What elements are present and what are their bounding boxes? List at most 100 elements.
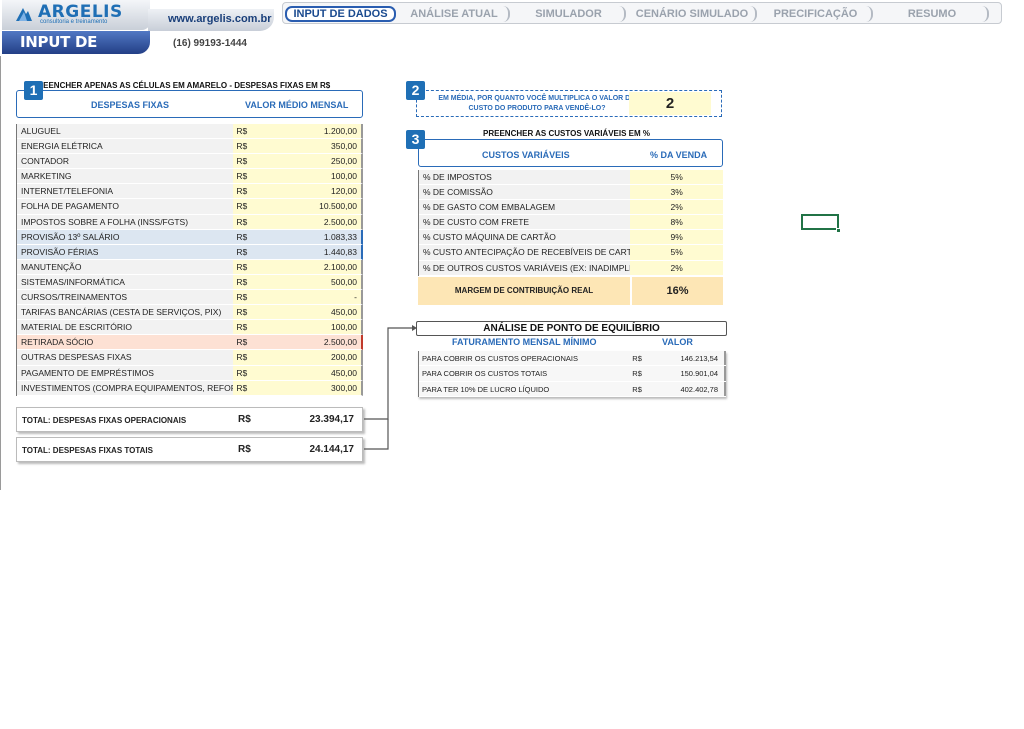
expense-currency: R$ [233, 244, 282, 260]
expense-value-input[interactable]: 2.100,00 [281, 259, 363, 275]
expense-value-input[interactable]: 10.500,00 [281, 199, 363, 215]
tab-precificacao[interactable]: PRECIFICAÇÃO [760, 6, 873, 22]
breakeven-value[interactable]: 402.402,78 [662, 381, 727, 396]
expense-name: MANUTENÇÃO [17, 259, 234, 275]
expense-value-input[interactable]: 1.200,00 [281, 124, 363, 140]
expense-name: FOLHA DE PAGAMENTO [17, 199, 234, 215]
expense-name: TARIFAS BANCÁRIAS (CESTA DE SERVIÇOS, PI… [17, 305, 234, 321]
table-row: % DE COMISSÃO 3% [419, 185, 723, 201]
table-row: IMPOSTOS SOBRE A FOLHA (INSS/FGTS) R$ 2.50… [17, 214, 363, 230]
expense-name: ENERGIA ELÉTRICA [17, 139, 234, 155]
total-value[interactable]: 24.144,17 [310, 444, 355, 455]
expense-value-input[interactable]: 200,00 [281, 350, 363, 366]
tab-input-de-dados[interactable]: INPUT DE DADOS [285, 6, 396, 22]
section2-badge: 2 [406, 81, 425, 100]
variable-cost-input[interactable]: 2% [630, 260, 723, 276]
total-operational-row: TOTAL: DESPESAS FIXAS OPERACIONAIS R$ 23… [16, 407, 363, 432]
table-row: MATERIAL DE ESCRITÓRIO R$ 100,00 [17, 320, 363, 336]
expense-value-input[interactable]: - [281, 290, 363, 306]
selected-cell[interactable] [801, 214, 839, 230]
fill-handle[interactable] [836, 228, 841, 233]
expense-value-input[interactable]: 1.440,83 [281, 244, 363, 260]
breakeven-title: ANÁLISE DE PONTO DE EQUILÍBRIO [483, 323, 660, 334]
expense-value-input[interactable]: 1.083,33 [281, 229, 363, 245]
table-row: MARKETING R$ 100,00 [17, 169, 363, 185]
contribution-margin-value[interactable]: 16% [630, 277, 723, 305]
col-despesas-fixas: DESPESAS FIXAS [91, 100, 170, 110]
variable-cost-name: % DE OUTROS CUSTOS VARIÁVEIS (EX: INADIM… [419, 260, 631, 276]
expense-currency: R$ [233, 305, 282, 321]
table-row: OUTRAS DESPESAS FIXAS R$ 200,00 [17, 350, 363, 366]
variable-costs-table: % DE IMPOSTOS 5%% DE COMISSÃO 3%% DE GASTO… [418, 170, 723, 276]
table-row: CURSOS/TREINAMENTOS R$ - [17, 290, 363, 306]
table-row: % CUSTO ANTECIPAÇÃO DE RECEBÍVEIS DE CAR… [419, 245, 723, 261]
table-row: % DE OUTROS CUSTOS VARIÁVEIS (EX: INADIM… [419, 260, 723, 276]
section3-title: PREENCHER AS CUSTOS VARIÁVEIS EM % [483, 129, 650, 138]
expense-currency: R$ [233, 380, 282, 396]
expense-currency: R$ [233, 124, 282, 140]
logo-subtext: consultoria e treinamento [40, 19, 108, 25]
expense-currency: R$ [233, 154, 282, 170]
section1-badge: 1 [24, 81, 43, 100]
table-row: ENERGIA ELÉTRICA R$ 350,00 [17, 139, 363, 155]
tab-analise-atual[interactable]: ANÁLISE ATUAL [400, 6, 510, 22]
expense-currency: R$ [233, 184, 282, 200]
breakeven-value[interactable]: 150.901,04 [662, 366, 727, 381]
expense-currency: R$ [233, 214, 282, 230]
table-row: PARA TER 10% DE LUCRO LÍQUIDO R$ 402.402,7… [419, 381, 727, 397]
expense-currency: R$ [233, 335, 282, 351]
variable-cost-input[interactable]: 9% [630, 230, 723, 246]
expense-value-input[interactable]: 500,00 [281, 274, 363, 291]
variable-cost-input[interactable]: 8% [630, 215, 723, 231]
table-row: INVESTIMENTOS (COMPRA EQUIPAMENTOS, REFO… [17, 380, 363, 396]
breakeven-name: PARA TER 10% DE LUCRO LÍQUIDO [419, 381, 633, 396]
variable-cost-name: % CUSTO MÁQUINA DE CARTÃO [419, 230, 631, 246]
expense-name: PAGAMENTO DE EMPRÉSTIMOS [17, 365, 234, 381]
breakeven-currency: R$ [632, 381, 663, 396]
table-row: % DE GASTO COM EMBALAGEM 2% [419, 200, 723, 216]
expense-currency: R$ [233, 320, 282, 336]
tab-cenario-simulado[interactable]: CENÁRIO SIMULADO [629, 6, 757, 22]
expense-currency: R$ [233, 259, 282, 275]
table-row: MANUTENÇÃO R$ 2.100,00 [17, 259, 363, 275]
col-faturamento-minimo: FATURAMENTO MENSAL MÍNIMO [452, 337, 597, 347]
expense-name: CURSOS/TREINAMENTOS [17, 290, 234, 306]
expense-name: OUTRAS DESPESAS FIXAS [17, 350, 234, 366]
expense-value-input[interactable]: 450,00 [281, 305, 363, 321]
expense-value-input[interactable]: 450,00 [281, 365, 363, 381]
variable-cost-input[interactable]: 5% [630, 170, 723, 186]
tab-simulador[interactable]: SIMULADOR [513, 6, 626, 22]
expense-value-input[interactable]: 2.500,00 [281, 335, 363, 351]
variable-cost-name: % DE IMPOSTOS [419, 170, 631, 186]
expense-value-input[interactable]: 100,00 [281, 320, 363, 336]
expense-name: RETIRADA SÓCIO [17, 335, 234, 351]
total-operational-currency: R$ [238, 414, 251, 425]
breakeven-title-box: ANÁLISE DE PONTO DE EQUILÍBRIO [416, 321, 727, 336]
expense-name: MATERIAL DE ESCRITÓRIO [17, 320, 234, 336]
fixed-expenses-header: DESPESAS FIXAS VALOR MÉDIO MENSAL [16, 90, 363, 118]
variable-cost-name: % CUSTO ANTECIPAÇÃO DE RECEBÍVEIS DE CAR… [419, 245, 631, 261]
markup-multiplier-input[interactable]: 2 [629, 92, 711, 115]
breakeven-value[interactable]: 146.213,54 [662, 351, 727, 366]
website-link[interactable]: www.argelis.com.br [148, 9, 274, 31]
contribution-margin-row: MARGEM DE CONTRIBUIÇÃO REAL 16% [418, 277, 723, 305]
expense-name: PROVISÃO FÉRIAS [17, 244, 234, 260]
expense-currency: R$ [233, 350, 282, 366]
phone-number: (16) 99193-1444 [173, 38, 247, 49]
expense-value-input[interactable]: 250,00 [281, 154, 363, 170]
expense-currency: R$ [233, 290, 282, 306]
expense-name: INTERNET/TELEFONIA [17, 184, 234, 200]
total-operational-value[interactable]: 23.394,17 [310, 414, 355, 425]
total-currency: R$ [238, 444, 251, 455]
expense-value-input[interactable]: 2.500,00 [281, 214, 363, 230]
expense-value-input[interactable]: 300,00 [281, 380, 363, 396]
tab-resumo[interactable]: RESUMO [877, 6, 989, 22]
variable-cost-input[interactable]: 5% [630, 245, 723, 261]
variable-cost-input[interactable]: 3% [630, 185, 723, 201]
expense-value-input[interactable]: 100,00 [281, 169, 363, 185]
expense-value-input[interactable]: 350,00 [281, 139, 363, 155]
table-row: % CUSTO MÁQUINA DE CARTÃO 9% [419, 230, 723, 246]
table-row: TARIFAS BANCÁRIAS (CESTA DE SERVIÇOS, PI… [17, 305, 363, 321]
variable-cost-input[interactable]: 2% [630, 200, 723, 216]
expense-value-input[interactable]: 120,00 [281, 184, 363, 200]
